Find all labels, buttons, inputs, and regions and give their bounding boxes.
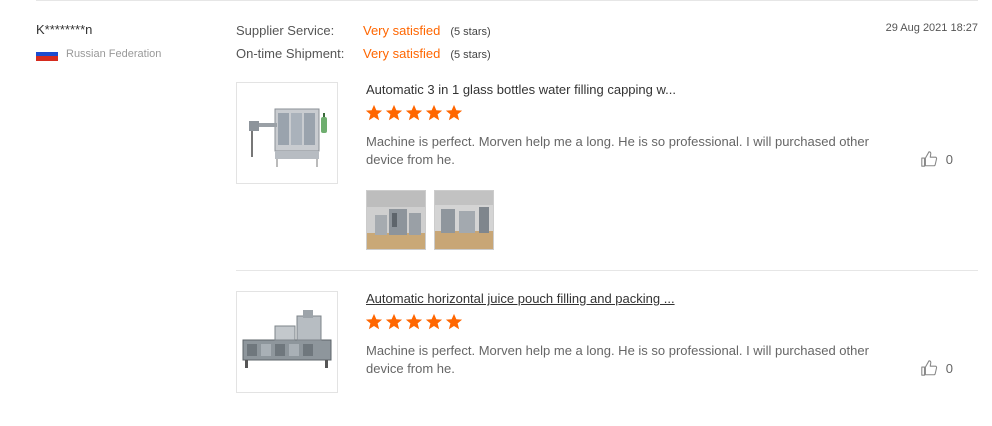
star-icon [425, 104, 443, 121]
star-icon [365, 313, 383, 330]
rating-stars-text: (5 stars) [450, 26, 491, 38]
product-title-link[interactable]: Automatic horizontal juice pouch filling… [366, 291, 675, 306]
rating-label: On-time Shipment: [236, 46, 345, 61]
review-photos [366, 190, 494, 250]
top-divider [36, 0, 978, 1]
star-icon [365, 104, 383, 121]
factory-photo-1 [367, 191, 425, 249]
star-icon [405, 313, 423, 330]
like-count: 0 [945, 151, 953, 167]
buyer-name: K********n [36, 22, 93, 37]
rating-stars-text: (5 stars) [450, 49, 491, 61]
product-thumbnail[interactable] [236, 291, 338, 393]
pouch-packing-machine-image [242, 310, 332, 368]
product-title-link[interactable]: Automatic 3 in 1 glass bottles water fil… [366, 82, 676, 97]
like-count: 0 [945, 360, 953, 376]
rating-label: Supplier Service: [236, 23, 335, 38]
star-rating [365, 104, 463, 122]
review-photo[interactable] [366, 190, 426, 250]
star-icon [385, 313, 403, 330]
factory-photo-2 [435, 191, 493, 249]
country-name: Russian Federation [66, 48, 162, 60]
russia-flag-icon [36, 47, 58, 62]
rating-value: Very satisfied [363, 23, 441, 38]
review-photo[interactable] [434, 190, 494, 250]
product-thumbnail[interactable] [236, 82, 338, 184]
star-icon [405, 104, 423, 121]
star-icon [445, 313, 463, 330]
on-time-shipment-rating: On-time Shipment: Very satisfied (5 star… [236, 46, 491, 61]
star-icon [425, 313, 443, 330]
review-comment: Machine is perfect. Morven help me a lon… [366, 343, 869, 376]
rating-value: Very satisfied [363, 46, 441, 61]
thumbs-up-icon [921, 151, 937, 167]
review-comment: Machine is perfect. Morven help me a lon… [366, 134, 869, 167]
bottle-filling-machine-image [249, 108, 327, 167]
like-button[interactable]: 0 [920, 359, 953, 377]
star-icon [445, 104, 463, 121]
review-date: 29 Aug 2021 18:27 [885, 22, 978, 34]
star-rating [365, 313, 463, 331]
buyer-country: Russian Federation [36, 47, 162, 62]
review-divider [236, 270, 978, 271]
thumbs-up-icon [921, 360, 937, 376]
like-button[interactable]: 0 [920, 150, 953, 168]
star-icon [385, 104, 403, 121]
supplier-service-rating: Supplier Service: Very satisfied (5 star… [236, 23, 491, 38]
